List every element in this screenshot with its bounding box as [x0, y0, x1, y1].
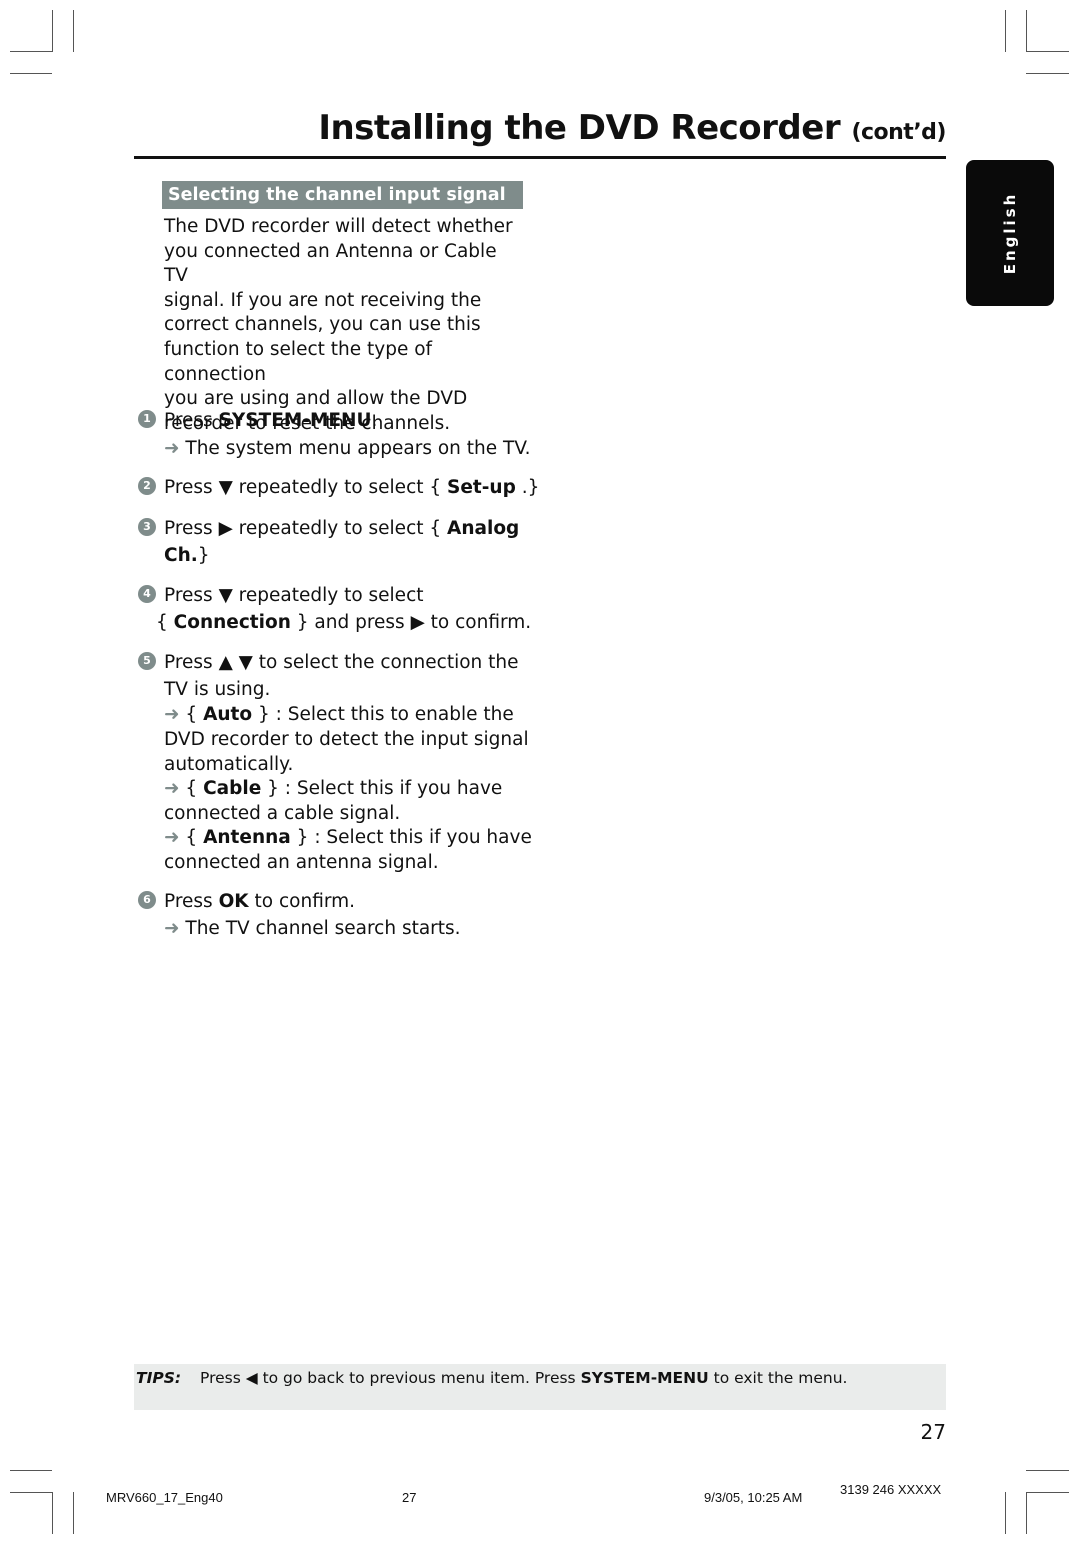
tips-text: Press ◀ to go back to previous menu item…: [200, 1364, 847, 1392]
crop-mark: [52, 10, 53, 52]
crop-mark: [1026, 1470, 1069, 1471]
crop-mark: [1026, 1492, 1069, 1493]
page-number: 27: [920, 1420, 946, 1444]
arrow-right-icon: ➜: [164, 704, 180, 725]
intro-line: you connected an Antenna or Cable TV: [164, 240, 497, 287]
intro-line: signal. If you are not receiving the: [164, 289, 482, 311]
key-name: OK: [218, 891, 249, 912]
step-number-badge: 1: [138, 410, 156, 428]
crop-mark: [10, 51, 52, 52]
key-name: SYSTEM-MENU: [218, 410, 372, 431]
step-text: Press OK to confirm.: [164, 889, 355, 915]
option-desc: connected a cable signal.: [164, 803, 401, 824]
option-desc: automatically.: [164, 754, 294, 775]
footer-page: 27: [402, 1490, 417, 1505]
footer-code: 3139 246 XXXXX: [840, 1482, 942, 1497]
page-title: Installing the DVD Recorder (cont’d): [318, 108, 946, 148]
footer-file: MRV660_17_Eng40: [106, 1490, 223, 1505]
option-cable: ➜ { Cable } : Select this if you have: [164, 778, 503, 799]
option-desc: : Select this if you have: [308, 827, 532, 848]
step-text-post: } and press ▶ to confirm.: [290, 612, 532, 633]
arrow-right-icon: ➜: [164, 778, 180, 799]
tips-box: TIPS: Press ◀ to go back to previous men…: [134, 1364, 946, 1410]
step-text-line2: Ch.}: [164, 543, 210, 569]
menu-option-name: Ch.: [164, 545, 198, 566]
step-text: Press ▶ repeatedly to select { Analog: [164, 516, 519, 542]
footer-datetime: 9/3/05, 10:25 AM: [704, 1490, 803, 1505]
crop-mark: [1005, 10, 1006, 52]
option-desc: : Select this to enable the: [269, 704, 514, 725]
step-text: Press ▲ ▼ to select the connection the: [164, 652, 519, 673]
step-text-line2: TV is using.: [164, 679, 271, 700]
crop-mark: [73, 10, 74, 52]
tips-label: TIPS:: [136, 1369, 182, 1387]
section-heading: Selecting the channel input signal: [162, 181, 523, 209]
crop-mark: [10, 73, 52, 74]
tips-text-pre: Press ◀ to go back to previous menu item…: [200, 1369, 581, 1387]
step-text-pre: Press: [164, 891, 219, 912]
crop-mark: [1026, 1492, 1027, 1534]
step-text-post: }: [197, 545, 210, 566]
step-number-badge: 4: [138, 585, 156, 603]
option-desc: connected an antenna signal.: [164, 852, 439, 873]
step-text: Press SYSTEM-MENU.: [164, 408, 377, 434]
step-text-pre: Press ▶ repeatedly to select {: [164, 518, 448, 539]
intro-line: function to select the type of connectio…: [164, 338, 433, 385]
crop-mark: [73, 1492, 74, 1534]
menu-option-name: Analog: [447, 518, 520, 539]
crop-mark: [10, 1470, 52, 1471]
option-antenna: ➜ { Antenna } : Select this if you have: [164, 827, 532, 848]
page-title-suffix: (cont’d): [851, 120, 946, 145]
menu-option-name: Set-up: [447, 477, 516, 498]
crop-mark: [52, 1492, 53, 1534]
intro-line: correct channels, you can use this: [164, 314, 481, 336]
title-rule: [134, 156, 946, 159]
language-tab: English: [966, 160, 1054, 306]
tips-text-post: to exit the menu.: [708, 1369, 848, 1387]
key-name: SYSTEM-MENU: [580, 1369, 709, 1387]
option-desc: : Select this if you have: [278, 778, 503, 799]
arrow-right-icon: ➜: [164, 827, 180, 848]
step-result: ➜ The TV channel search starts.: [164, 916, 461, 942]
step-number-badge: 6: [138, 891, 156, 909]
step-text-post: to confirm.: [248, 891, 356, 912]
crop-mark: [1026, 73, 1069, 74]
option-name: Cable: [203, 778, 262, 799]
intro-line: The DVD recorder will detect whether: [164, 216, 513, 237]
intro-paragraph: The DVD recorder will detect whether you…: [164, 215, 524, 436]
step-text: Press ▼ repeatedly to select { Set-up .}: [164, 475, 539, 501]
step-text: Press ▼ repeatedly to select: [164, 585, 424, 606]
option-name: Antenna: [203, 827, 291, 848]
step-text-pre: Press: [164, 410, 219, 431]
crop-mark: [10, 1492, 52, 1493]
page-title-text: Installing the DVD Recorder: [318, 108, 841, 148]
step-text-pre: {: [156, 612, 174, 633]
step-text-line2: { Connection } and press ▶ to confirm.: [156, 610, 531, 636]
option-name: Auto: [203, 704, 253, 725]
step-result: ➜ The system menu appears on the TV.: [164, 436, 530, 462]
language-tab-label: English: [1001, 191, 1019, 275]
crop-mark: [1005, 1492, 1006, 1534]
step-text-post: .: [371, 410, 378, 431]
option-auto: ➜ { Auto } : Select this to enable the: [164, 704, 514, 725]
arrow-right-icon: ➜: [164, 918, 180, 939]
step-text-post: .}: [515, 477, 540, 498]
step-result-text: The system menu appears on the TV.: [185, 438, 531, 459]
step-number-badge: 5: [138, 652, 156, 670]
step-number-badge: 2: [138, 477, 156, 495]
menu-option-name: Connection: [173, 612, 291, 633]
step-result-text: The TV channel search starts.: [185, 918, 461, 939]
crop-mark: [1026, 51, 1069, 52]
step-text-pre: Press ▼ repeatedly to select {: [164, 477, 448, 498]
arrow-right-icon: ➜: [164, 438, 180, 459]
crop-mark: [1026, 10, 1027, 52]
step-number-badge: 3: [138, 518, 156, 536]
option-desc: DVD recorder to detect the input signal: [164, 729, 529, 750]
